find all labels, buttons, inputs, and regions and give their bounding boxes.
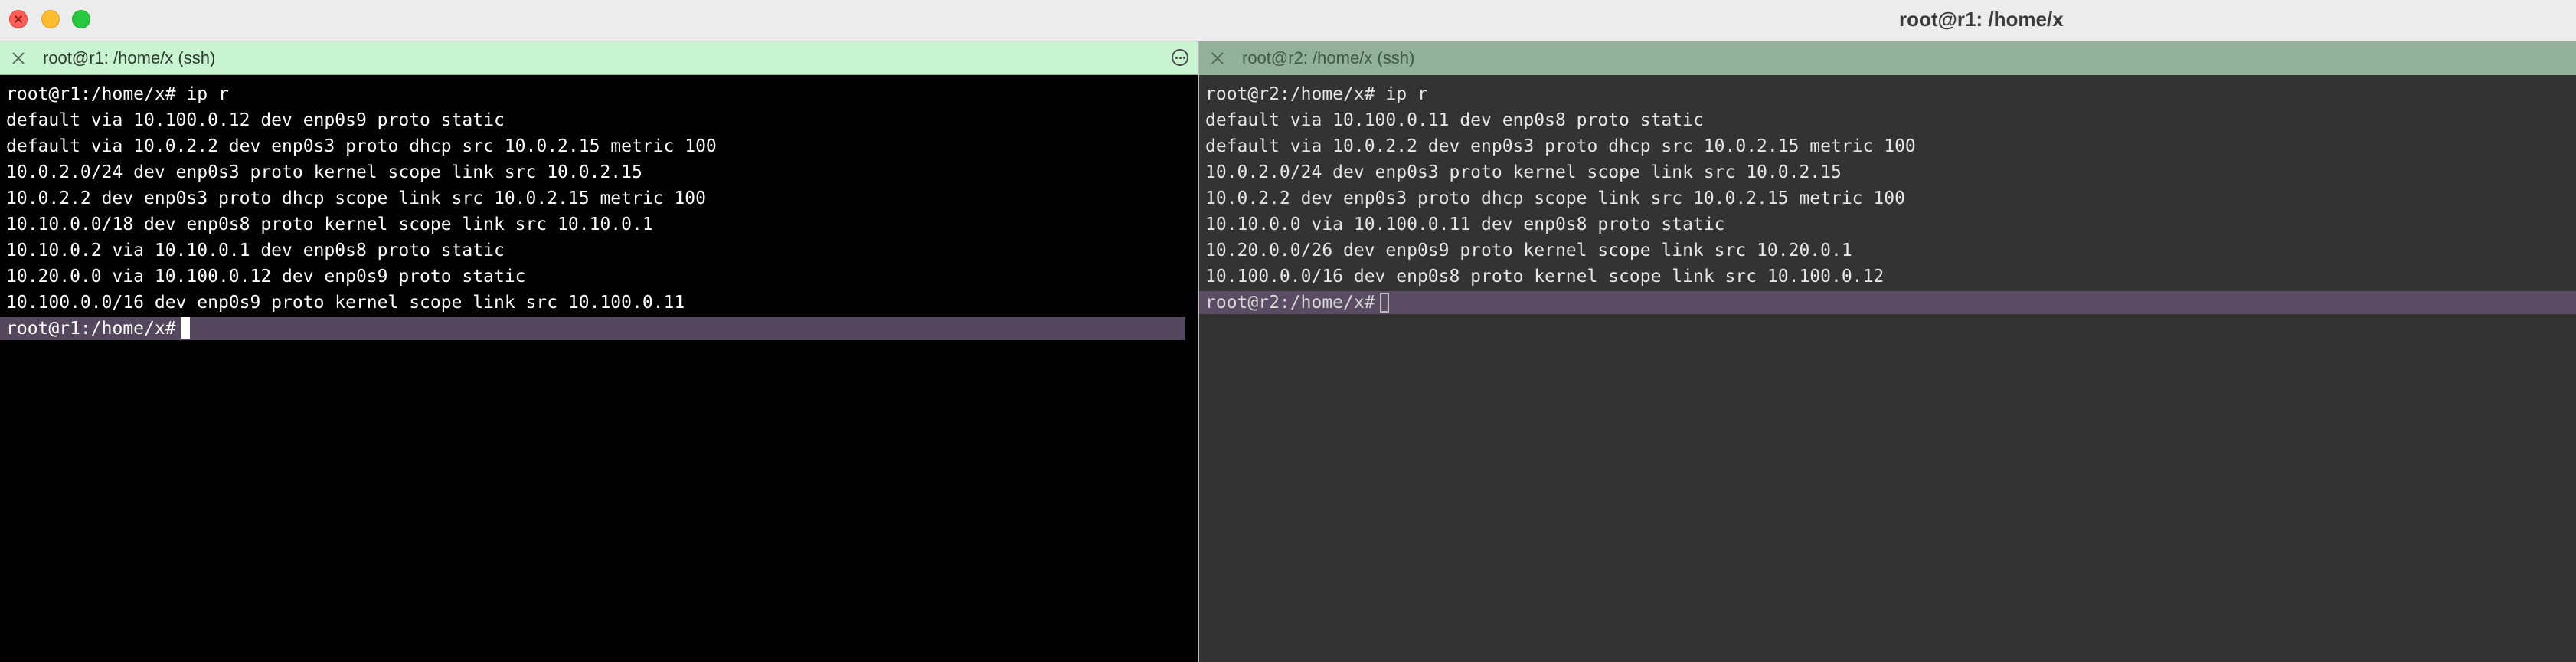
window-title: root@r1: /home/x: [1899, 8, 2064, 31]
terminal-output[interactable]: root@r2:/home/x# ip r default via 10.100…: [1199, 81, 2576, 314]
terminal-line: default via 10.0.2.2 dev enp0s3 proto dh…: [6, 136, 717, 156]
terminal-line: 10.20.0.0/26 dev enp0s9 proto kernel sco…: [1205, 241, 1852, 261]
terminal-line: 10.10.0.0/18 dev enp0s8 proto kernel sco…: [6, 215, 653, 234]
terminal-line: 10.10.0.2 via 10.10.0.1 dev enp0s8 proto…: [6, 241, 505, 261]
window-minimize-button[interactable]: [41, 10, 60, 28]
tab-title: root@r2: /home/x (ssh): [1242, 48, 1415, 67]
terminal-output[interactable]: root@r1:/home/x# ip r default via 10.100…: [0, 81, 1198, 340]
tab-title: root@r1: /home/x (ssh): [43, 48, 216, 67]
terminal-line: root@r1:/home/x# ip r: [6, 84, 229, 104]
close-icon[interactable]: [11, 51, 26, 66]
text-cursor: [1379, 293, 1389, 313]
prompt-text: root@r1:/home/x#: [6, 319, 176, 339]
terminal-line: 10.100.0.0/16 dev enp0s9 proto kernel sc…: [6, 293, 685, 313]
terminal-line: 10.20.0.0 via 10.100.0.12 dev enp0s9 pro…: [6, 267, 526, 287]
window-zoom-button[interactable]: [72, 10, 90, 28]
terminal-line: 10.0.2.2 dev enp0s3 proto dhcp scope lin…: [1205, 188, 1905, 208]
terminal-line: 10.0.2.0/24 dev enp0s3 proto kernel scop…: [6, 162, 642, 182]
terminal-pane-r2[interactable]: root@r2: /home/x (ssh) root@r2:/home/x# …: [1199, 41, 2576, 662]
close-icon[interactable]: [1210, 51, 1225, 66]
terminal-line: default via 10.0.2.2 dev enp0s3 proto dh…: [1205, 136, 1916, 156]
terminal-line: 10.10.0.0 via 10.100.0.11 dev enp0s8 pro…: [1205, 215, 1725, 234]
terminal-line: root@r2:/home/x# ip r: [1205, 84, 1428, 104]
active-prompt[interactable]: root@r1:/home/x#: [0, 317, 1185, 340]
tab-r1[interactable]: root@r1: /home/x (ssh): [0, 41, 1198, 75]
active-prompt[interactable]: root@r2:/home/x#: [1199, 291, 2576, 314]
terminal-line: default via 10.100.0.12 dev enp0s9 proto…: [6, 110, 505, 130]
terminal-line: 10.0.2.2 dev enp0s3 proto dhcp scope lin…: [6, 188, 706, 208]
text-cursor: [180, 317, 190, 339]
terminal-line: 10.0.2.0/24 dev enp0s3 proto kernel scop…: [1205, 162, 1842, 182]
terminal-line: 10.100.0.0/16 dev enp0s8 proto kernel sc…: [1205, 267, 1885, 287]
title-bar: root@r1: /home/x: [0, 0, 2576, 41]
terminal-pane-r1[interactable]: root@r1: /home/x (ssh) root@r1:/home/x# …: [0, 41, 1198, 662]
terminal-line: default via 10.100.0.11 dev enp0s8 proto…: [1205, 110, 1704, 130]
tab-r2[interactable]: root@r2: /home/x (ssh): [1199, 41, 2576, 75]
terminal-window: root@r1: /home/x root@r1: /home/x (ssh) …: [0, 0, 2576, 662]
prompt-text: root@r2:/home/x#: [1205, 293, 1375, 313]
window-close-button[interactable]: [9, 10, 28, 28]
ellipsis-circle-icon[interactable]: [1172, 49, 1188, 66]
